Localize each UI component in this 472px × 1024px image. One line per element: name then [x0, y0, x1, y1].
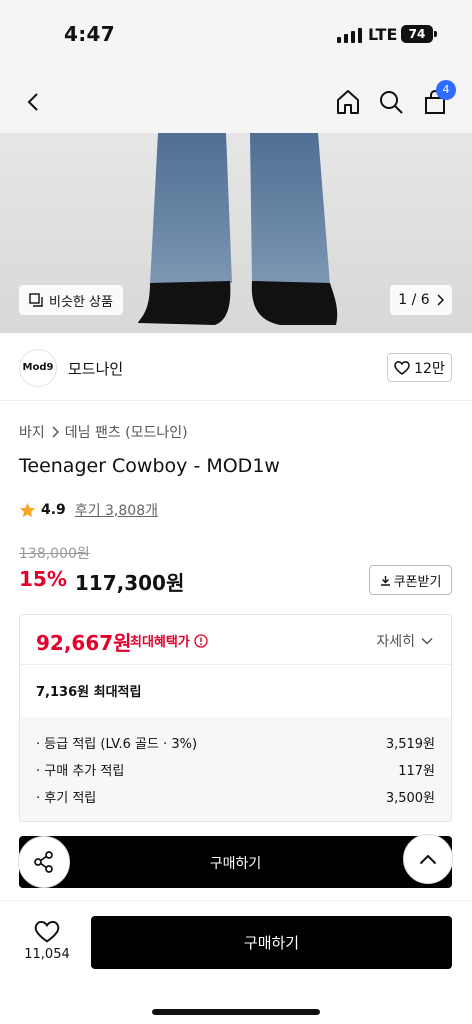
- breadcrumb-item[interactable]: 데님 팬츠 (모드나인): [65, 422, 188, 442]
- chevron-down-icon: [421, 637, 433, 645]
- points-value: 117원: [398, 764, 435, 779]
- points-list: · 등급 적립 (LV.6 골드 · 3%) 3,519원 · 구매 추가 적립…: [20, 717, 451, 821]
- share-icon: [34, 851, 53, 873]
- battery-icon: 74: [401, 25, 437, 43]
- points-item: · 후기 적립 3,500원: [36, 787, 435, 814]
- sale-price: 117,300원: [74, 571, 185, 595]
- points-label: · 등급 적립 (LV.6 골드 · 3%): [36, 737, 198, 752]
- chevron-up-icon: [419, 854, 437, 864]
- image-pager-button[interactable]: 1 / 6: [390, 285, 452, 315]
- chevron-right-icon: [437, 294, 444, 306]
- points-item: · 구매 추가 적립 117원: [36, 760, 435, 787]
- product-image[interactable]: 비슷한 상품 1 / 6: [0, 133, 472, 333]
- max-benefit-text: 최대혜택가: [130, 635, 190, 650]
- price-row: 15% 117,300원: [19, 567, 184, 596]
- review-count-link[interactable]: 후기 3,808개: [75, 500, 158, 520]
- buy-button[interactable]: 구매하기: [91, 916, 452, 969]
- brand-logo[interactable]: Mod9: [19, 349, 57, 387]
- points-label: · 후기 적립: [36, 791, 97, 806]
- original-price: 138,000원: [19, 546, 90, 562]
- page-indicator: 1 / 6: [398, 292, 430, 308]
- share-button[interactable]: [18, 836, 70, 888]
- coupon-button[interactable]: 쿠폰받기: [369, 565, 452, 595]
- benefit-header[interactable]: 92,667원 최대혜택가 자세히: [20, 615, 451, 665]
- stack-icon: [29, 293, 43, 307]
- download-icon: [380, 575, 390, 586]
- points-value: 3,519원: [385, 737, 435, 752]
- brand-like-count: 12만: [414, 360, 445, 377]
- breadcrumb-item[interactable]: 바지: [19, 422, 45, 442]
- breadcrumb: 바지 데님 팬츠 (모드나인): [19, 422, 188, 442]
- benefit-detail-toggle[interactable]: 자세히: [376, 631, 433, 651]
- home-indicator: [152, 1009, 320, 1015]
- max-benefit-label: 최대혜택가: [130, 631, 208, 650]
- brand-name[interactable]: 모드나인: [68, 358, 123, 379]
- coupon-label: 쿠폰받기: [393, 574, 442, 590]
- bottom-bar: 11,054 구매하기: [0, 900, 472, 1024]
- home-icon: [337, 90, 359, 114]
- top-nav-bar: 4: [0, 70, 472, 133]
- wishlist-button[interactable]: 11,054: [18, 919, 76, 962]
- search-icon: [380, 91, 403, 114]
- star-icon: [19, 502, 36, 517]
- sticky-buy-label: 구매하기: [209, 856, 262, 872]
- home-button[interactable]: [330, 84, 366, 120]
- brand-row: Mod9 모드나인 12만: [0, 333, 472, 401]
- points-value: 3,500원: [385, 791, 435, 806]
- brand-like-button[interactable]: 12만: [387, 353, 452, 382]
- points-total: 7,136원 최대적립: [36, 685, 142, 700]
- heart-icon: [34, 921, 60, 943]
- network-label: LTE: [368, 25, 398, 44]
- rating-row: 4.9 후기 3,808개: [19, 500, 158, 520]
- chevron-right-icon: [52, 426, 59, 438]
- cart-button[interactable]: 4: [417, 80, 456, 120]
- points-label: · 구매 추가 적립: [36, 764, 125, 779]
- cart-count-badge: 4: [436, 80, 456, 100]
- similar-products-label: 비슷한 상품: [49, 294, 113, 310]
- rating-value: 4.9: [41, 502, 66, 518]
- similar-products-button[interactable]: 비슷한 상품: [19, 285, 123, 315]
- status-bar: 4:47 LTE 74: [0, 0, 472, 70]
- sticky-buy-bar[interactable]: 구매하기: [18, 834, 453, 888]
- back-button[interactable]: [16, 84, 52, 120]
- heart-icon: [394, 361, 410, 375]
- points-item: · 등급 적립 (LV.6 골드 · 3%) 3,519원: [36, 733, 435, 760]
- wishlist-count: 11,054: [24, 947, 70, 962]
- scroll-top-button[interactable]: [403, 834, 453, 884]
- detail-label: 자세히: [376, 634, 415, 650]
- buy-label: 구매하기: [243, 934, 300, 952]
- max-benefit-price: 92,667원: [36, 631, 132, 655]
- info-icon[interactable]: [194, 633, 208, 648]
- search-button[interactable]: [373, 84, 409, 120]
- status-time: 4:47: [64, 22, 115, 46]
- chevron-left-icon: [27, 93, 38, 111]
- signal-icon: [337, 28, 362, 43]
- benefit-box: 92,667원 최대혜택가 자세히 7,136원 최대적립 · 등급 적립 (L…: [19, 614, 452, 822]
- discount-rate: 15%: [19, 567, 67, 591]
- product-title: Teenager Cowboy - MOD1w: [19, 455, 280, 477]
